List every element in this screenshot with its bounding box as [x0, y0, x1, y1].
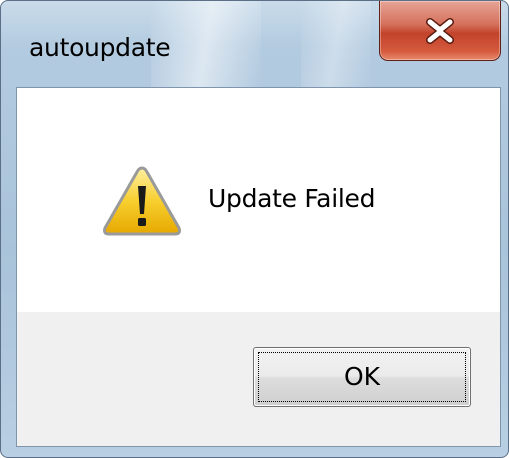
- window-title: autoupdate: [29, 33, 171, 62]
- dialog-window: autoupdate Update Failed OK: [0, 0, 509, 458]
- message-area: Update Failed: [17, 88, 500, 312]
- ok-button[interactable]: OK: [253, 347, 471, 407]
- ok-button-label: OK: [343, 362, 381, 391]
- message-text: Update Failed: [208, 184, 376, 213]
- warning-icon: [103, 166, 181, 236]
- close-button[interactable]: [379, 1, 501, 61]
- close-icon: [426, 17, 454, 44]
- glass-highlight: [301, 1, 371, 89]
- dialog-body: Update Failed OK: [16, 87, 501, 447]
